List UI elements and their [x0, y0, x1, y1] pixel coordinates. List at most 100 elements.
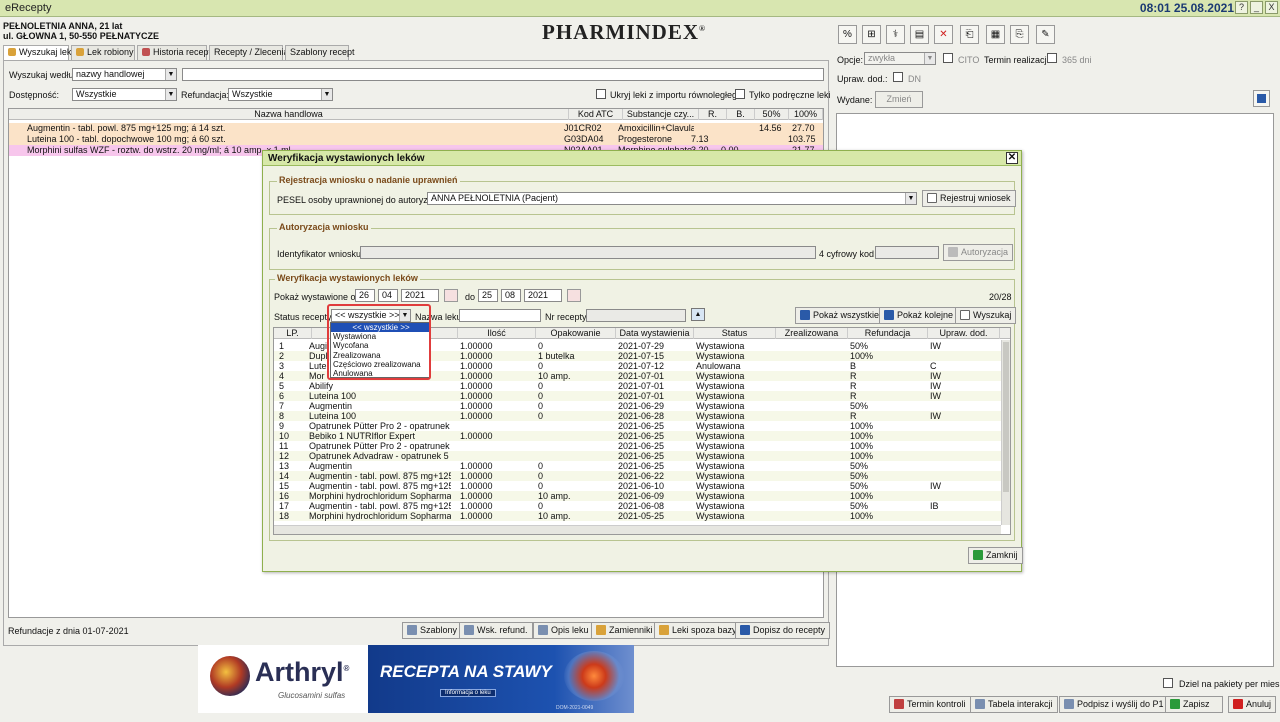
refund-select[interactable]: Wszystkie ▼ [228, 88, 333, 101]
result-row[interactable]: 9 Opatrunek Pütter Pro 2 - opatrunek 2021-… [274, 421, 1001, 431]
result-row[interactable]: 5 Abilify 1.00000 0 2021-07-01 Wystawiona R IW [274, 381, 1001, 391]
cancel-button[interactable]: Anuluj [1228, 696, 1276, 713]
add-to-prescription-button[interactable]: Dopisz do recepty [735, 622, 831, 639]
col-date[interactable]: Data wystawienia [616, 328, 694, 339]
vertical-scrollbar[interactable] [1001, 340, 1010, 525]
drug-row[interactable]: Augmentin - tabl. powl. 875 mg+125 mg; á… [9, 123, 823, 134]
from-month[interactable]: 04 [378, 289, 398, 302]
drug-row[interactable]: Luteina 100 - tabl. dopochwowe 100 mg; á… [9, 134, 823, 145]
drug-description-button[interactable]: Opis leku [533, 622, 594, 639]
change-button[interactable]: Zmień [875, 91, 923, 108]
tab-prescriptions[interactable]: Recepty / Zlecenia [209, 45, 289, 60]
grid-icon[interactable]: ⊞ [862, 25, 881, 44]
termin-checkbox[interactable] [1047, 53, 1057, 63]
code-input[interactable] [875, 246, 939, 259]
tab-search-drug[interactable]: Wyszukaj lek [3, 45, 71, 61]
show-all-button[interactable]: Pokaż wszystkie [795, 307, 885, 324]
refund-indicator-button[interactable]: Wsk. refund. [459, 622, 533, 639]
from-year[interactable]: 2021 [401, 289, 439, 302]
result-row[interactable]: 15 Augmentin - tabl. powl. 875 mg+125 1.00… [274, 481, 1001, 491]
save-button[interactable]: Zapisz [1165, 696, 1223, 713]
col-pack[interactable]: Opakowanie [536, 328, 616, 339]
dialog-close-button[interactable]: ✕ [1006, 152, 1018, 164]
templates-button[interactable]: Szablony [402, 622, 463, 639]
percent-icon[interactable]: % [838, 25, 857, 44]
dn-checkbox[interactable] [893, 72, 903, 82]
show-next-button[interactable]: Pokaż kolejne [879, 307, 959, 324]
help-button[interactable]: ? [1235, 1, 1248, 14]
col-100[interactable]: 100% [789, 109, 823, 120]
only-handy-checkbox[interactable] [735, 89, 745, 99]
tab-templates[interactable]: Szablony recept [285, 45, 355, 60]
cito-checkbox[interactable] [943, 53, 953, 63]
col-atc[interactable]: Kod ATC [569, 109, 623, 120]
result-row[interactable]: 14 Augmentin - tabl. powl. 875 mg+125 1.00… [274, 471, 1001, 481]
nr-input[interactable] [586, 309, 686, 322]
result-row[interactable]: 6 Luteina 100 1.00000 0 2021-07-01 Wystawiona… [274, 391, 1001, 401]
sign-send-button[interactable]: Podpisz i wyślij do P1 [1059, 696, 1169, 713]
col-50[interactable]: 50% [755, 109, 789, 120]
result-row[interactable]: 11 Opatrunek Pütter Pro 2 - opatrunek 2021… [274, 441, 1001, 451]
register-request-button[interactable]: Rejestruj wniosek [922, 190, 1016, 207]
col-lp[interactable]: LP. [274, 328, 312, 339]
tab-history[interactable]: Historia recept [137, 45, 211, 60]
drug-name-input[interactable] [459, 309, 541, 322]
forward-icon[interactable] [1253, 90, 1270, 107]
result-row[interactable]: 10 Bebiko 1 NUTRIflor Expert 1.00000 2021-0… [274, 431, 1001, 441]
result-row[interactable]: 7 Augmentin 1.00000 0 2021-06-29 Wystawiona 50… [274, 401, 1001, 411]
arrow-up-icon[interactable]: ▲ [691, 308, 705, 321]
to-month[interactable]: 08 [501, 289, 521, 302]
pesel-select[interactable]: ANNA PEŁNOLETNIA (Pacjent) ▼ [427, 192, 917, 205]
col-refund[interactable]: Refundacja [848, 328, 928, 339]
calendar-icon[interactable] [567, 289, 581, 302]
horizontal-scrollbar[interactable] [274, 525, 1001, 534]
ad-banner[interactable]: Arthryl® Glucosamini sulfas RECEPTA NA S… [198, 645, 634, 713]
split-checkbox[interactable] [1163, 678, 1173, 688]
col-b[interactable]: B. [727, 109, 755, 120]
col-r[interactable]: R. [699, 109, 727, 120]
substitutes-button[interactable]: Zamienniki [591, 622, 658, 639]
result-row[interactable]: 12 Opatrunek Advadraw - opatrunek 5 cr 202… [274, 451, 1001, 461]
caduceus-icon[interactable]: ⚕ [886, 25, 905, 44]
request-id-input[interactable] [360, 246, 816, 259]
search-by-select[interactable]: nazwy handlowej ▼ [72, 68, 177, 81]
cito-label: CITO [958, 55, 980, 65]
col-name[interactable]: Nazwa handlowa [9, 109, 569, 120]
col-substance[interactable]: Substancje czy... [623, 109, 699, 120]
tab-compounded[interactable]: Lek robiony [71, 45, 135, 60]
search-button[interactable]: Wyszukaj [955, 307, 1017, 324]
copy-icon[interactable]: ⎗ [960, 25, 979, 44]
col-status[interactable]: Status [694, 328, 776, 339]
minimize-button[interactable]: _ [1250, 1, 1263, 14]
to-day[interactable]: 25 [478, 289, 498, 302]
options-select[interactable]: zwykła ▼ [864, 52, 936, 65]
authorize-button[interactable]: Autoryzacja [943, 244, 1014, 261]
col-realized[interactable]: Zrealizowana [776, 328, 848, 339]
pesel-label: PESEL osoby uprawnionej do autoryzacji [277, 195, 442, 205]
document-icon[interactable]: ▤ [910, 25, 929, 44]
interactions-button[interactable]: Tabela interakcji [970, 696, 1058, 713]
outside-db-button[interactable]: Leki spoza bazy [654, 622, 742, 639]
edit-icon[interactable]: ✎ [1036, 25, 1055, 44]
close-dialog-button[interactable]: Zamknij [968, 547, 1023, 564]
from-day[interactable]: 26 [355, 289, 375, 302]
to-year[interactable]: 2021 [524, 289, 562, 302]
result-row[interactable]: 8 Luteina 100 1.00000 0 2021-06-28 Wystawiona… [274, 411, 1001, 421]
banner-info-button[interactable]: Informacja o leku [440, 689, 496, 697]
cell-status: Wystawiona [696, 491, 745, 501]
calendar-icon[interactable] [444, 289, 458, 302]
close-window-button[interactable]: X [1265, 1, 1278, 14]
hide-import-checkbox[interactable] [596, 89, 606, 99]
col-upraw[interactable]: Upraw. dod. [928, 328, 1000, 339]
result-row[interactable]: 18 Morphini hydrochloridum Sopharma - ro 1… [274, 511, 1001, 521]
result-row[interactable]: 16 Morphini hydrochloridum Sopharma - ro 1… [274, 491, 1001, 501]
availability-select[interactable]: Wszystkie ▼ [72, 88, 177, 101]
table-icon[interactable]: ▦ [986, 25, 1005, 44]
export-icon[interactable]: ⎘ [1010, 25, 1029, 44]
control-date-button[interactable]: Termin kontroli [889, 696, 971, 713]
col-qty[interactable]: Ilość [458, 328, 536, 339]
result-row[interactable]: 17 Augmentin - tabl. powl. 875 mg+125 1.00… [274, 501, 1001, 511]
result-row[interactable]: 13 Augmentin 1.00000 0 2021-06-25 Wystawiona 5… [274, 461, 1001, 471]
delete-icon[interactable]: ✕ [934, 25, 953, 44]
search-input[interactable] [182, 68, 824, 81]
